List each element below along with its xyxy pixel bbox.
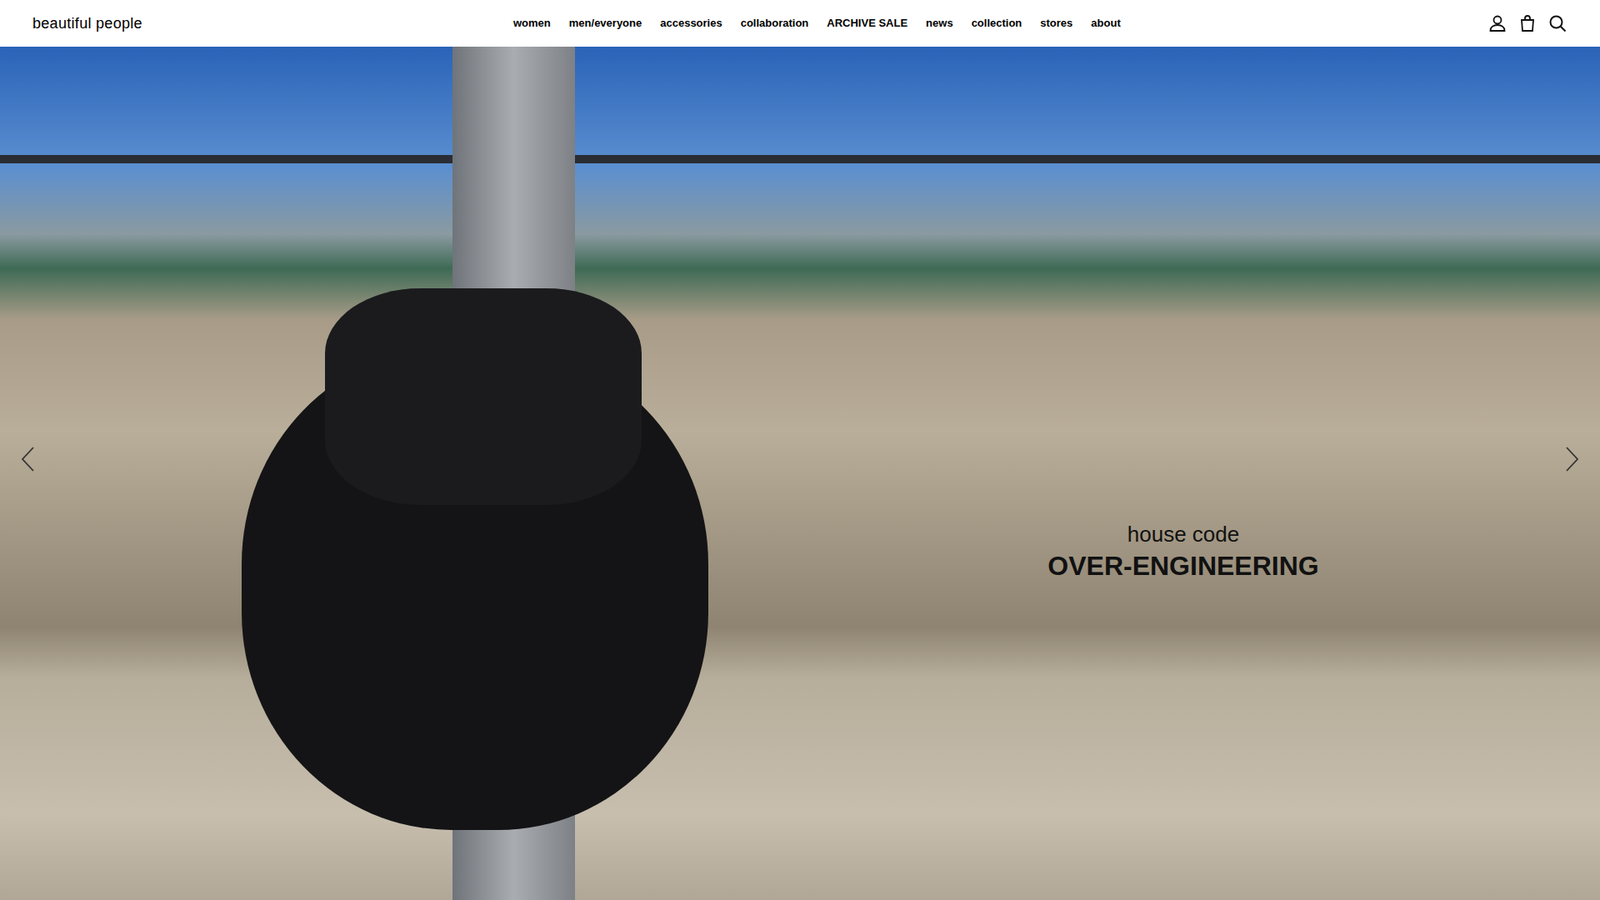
- nav-item[interactable]: collaboration: [740, 15, 810, 32]
- hero-photo: [0, 46, 1600, 900]
- nav-item[interactable]: about: [1090, 15, 1120, 32]
- nav-item[interactable]: collection: [971, 15, 1023, 32]
- hero-title[interactable]: OVER-ENGINEERING: [1047, 548, 1319, 584]
- prev-arrow-icon[interactable]: [18, 445, 39, 474]
- hero-subtitle: house code: [1127, 520, 1240, 549]
- nav-item[interactable]: accessories: [660, 15, 722, 32]
- hero-caption: house codeOVER-ENGINEERING: [1016, 520, 1350, 584]
- search-icon[interactable]: [1547, 13, 1568, 34]
- account-icon[interactable]: [1487, 13, 1508, 34]
- next-arrow-icon[interactable]: [1561, 445, 1582, 474]
- logo[interactable]: beautiful people: [32, 12, 143, 35]
- nav-item[interactable]: ARCHIVE SALE: [826, 15, 908, 32]
- header-icons: [1487, 13, 1568, 34]
- site-header: beautiful people women men/everyone accesso…: [0, 0, 1600, 47]
- nav-item[interactable]: men/everyone: [569, 15, 642, 32]
- hero-slide: house codeOVER-ENGINEERING: [0, 46, 1600, 900]
- nav-item[interactable]: women: [513, 15, 551, 32]
- bag-icon[interactable]: [1517, 13, 1538, 34]
- main-nav: women men/everyone accessories collaboratio…: [513, 0, 1121, 47]
- nav-item[interactable]: news: [925, 15, 954, 32]
- nav-item[interactable]: stores: [1040, 15, 1073, 32]
